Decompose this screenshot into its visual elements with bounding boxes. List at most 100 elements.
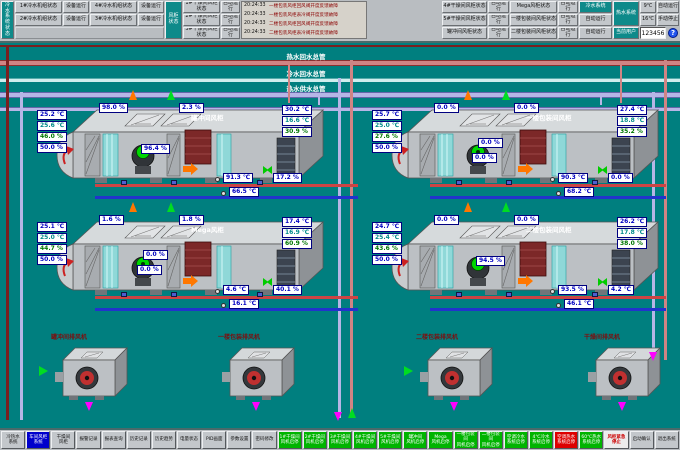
bottom-nav-button[interactable]: 60℃热水 系统启停 (579, 431, 603, 449)
actuator-icon[interactable] (592, 292, 598, 297)
bottom-nav-button[interactable]: 罐冲间 风机启停 (403, 431, 427, 449)
riser-center-hot (350, 60, 353, 418)
chiller-4-status: 设备运行 (138, 1, 164, 13)
ahu-unit-rinse-room: 罐冲间风柜 98.0 % 2.3 % 96.4 % 25.2 ℃ 25.6 ℃ … (55, 100, 325, 200)
alarm-row[interactable]: 一楼包装风柜回风阀开度反馈故障 (269, 3, 366, 12)
bottom-nav-button[interactable]: 车间风柜 系统 (26, 431, 50, 449)
ahu-dry5-button[interactable]: 5#干燥间风柜状态 (442, 14, 487, 26)
cold-water-status: 自动运行 (579, 14, 612, 26)
bottom-nav-button[interactable]: Mega 风机启停 (428, 431, 452, 449)
ahu-dry5-status: 自动运行 (488, 14, 509, 26)
humidity-readout: 44.7 % (37, 244, 67, 254)
hot-water-status1: 自动运行 (657, 1, 679, 13)
ahu-pack1-button[interactable]: 一楼包装间风柜状态 (510, 14, 557, 26)
chiller-3-status: 设备运行 (138, 14, 164, 26)
bottom-nav-button[interactable]: 冷热水 系统 (1, 431, 25, 449)
bottom-nav-button[interactable]: 历史趋势 (152, 431, 176, 449)
valve-readout: 0.0 % (137, 265, 162, 275)
actuator-icon[interactable] (121, 180, 127, 185)
bottom-nav-button[interactable]: 报警记录 (76, 431, 100, 449)
outlet-readouts: 27.4 ℃ 18.8 ℃ 35.2 % (617, 105, 647, 138)
alarm-time: 20:24:33 (244, 21, 268, 30)
ahu-mega-button[interactable]: Mega风柜状态 (510, 1, 557, 13)
bottom-nav-button[interactable]: 干燥间 风柜 (51, 431, 75, 449)
temp-sensor-icon (550, 289, 555, 294)
return-water-temp-readout: 16.1 ℃ (229, 299, 259, 309)
current-user-field[interactable]: 123456 (640, 27, 666, 39)
temp-readout: 18.8 ℃ (617, 116, 647, 126)
ahu-dry2-button[interactable]: 2#干燥间风柜状态 (183, 14, 220, 26)
help-icon[interactable]: ? (668, 28, 678, 38)
bottom-nav-button[interactable]: 4#干燥间 风机启停 (353, 431, 377, 449)
temp-sensor-icon (556, 191, 561, 196)
valve-readout: 0.0 % (143, 250, 168, 260)
bottom-nav-button[interactable]: 二楼包装间 风机启停 (479, 431, 503, 449)
ahu-dry1-status: 自动运行 (221, 1, 240, 13)
bottom-nav-button[interactable]: 参数设置 (227, 431, 251, 449)
bottom-nav-button[interactable]: 4℃冷水 系统启停 (529, 431, 553, 449)
valve-position-readout: 0.0 % (608, 173, 633, 183)
bottom-nav-button[interactable]: 退出系统 (655, 431, 679, 449)
ahu-dry3-button[interactable]: 3#干燥间风柜状态 (183, 27, 220, 39)
bottom-nav-button[interactable]: PID画面 (202, 431, 226, 449)
alarm-row[interactable]: 二楼包装风柜回风阀开度反馈故障 (269, 21, 366, 30)
actuator-icon[interactable] (592, 180, 598, 185)
exhaust-arrow-icon (85, 402, 93, 411)
hot-water-temp1: 9℃ (640, 1, 656, 13)
chiller-3-button[interactable]: 3#冷水机组状态 (90, 14, 137, 26)
ahu-dry4-button[interactable]: 4#干燥间风柜状态 (442, 1, 487, 13)
damper1-readout: 1.6 % (99, 215, 124, 225)
bottom-nav-button[interactable]: 一楼包装间 风机启停 (454, 431, 478, 449)
actuator-icon[interactable] (171, 292, 177, 297)
bottom-nav-button[interactable]: 风柜紧急 停止 (604, 431, 628, 449)
actuator-icon[interactable] (456, 180, 462, 185)
bottom-nav-button[interactable]: 空调热水 系统启停 (554, 431, 578, 449)
scada-hvac-screen: 冷水系统状态 1#冷水机组状态 2#冷水机组状态 设备运行 设备运行 4#冷水机… (0, 0, 680, 450)
bottom-nav-button[interactable]: 电量状态 (177, 431, 201, 449)
alarm-row[interactable]: 二楼包装风柜表冷阀开度反馈故障 (269, 30, 366, 39)
actuator-icon[interactable] (257, 180, 263, 185)
chiller-4-button[interactable]: 4#冷水机组状态 (90, 1, 137, 13)
ahu-rinse-button[interactable]: 罐冲间风柜状态 (442, 27, 487, 39)
fan-label: 一楼包装排风机 (218, 332, 310, 341)
temp-sensor-icon (550, 177, 555, 182)
actuator-icon[interactable] (257, 292, 263, 297)
actuator-icon[interactable] (506, 292, 512, 297)
exhaust-arrow-icon (450, 402, 458, 411)
ahu-pack2-button[interactable]: 二楼包装间风柜状态 (510, 27, 557, 39)
humidity-readout: 43.6 % (372, 244, 402, 254)
bottom-nav-button[interactable]: 报表查询 (102, 431, 126, 449)
actuator-icon[interactable] (171, 180, 177, 185)
ahu-name: 二楼包装间风柜 (526, 224, 618, 234)
inlet-readouts: 25.7 ℃ 25.0 ℃ 27.6 % 50.0 % (372, 110, 402, 154)
hot-water-temp2: 16℃ (640, 14, 656, 26)
bottom-nav-button[interactable]: 2#干燥间 风机启停 (303, 431, 327, 449)
bottom-nav-button[interactable]: 空调冷水 系统启停 (504, 431, 528, 449)
supply-air-arrow-icon (129, 202, 137, 212)
bottom-nav-button[interactable]: 历史记录 (127, 431, 151, 449)
flow-arrow-icon (334, 412, 342, 421)
chiller-2-button[interactable]: 2#冷水机组状态 (15, 14, 62, 26)
chiller-1-button[interactable]: 1#冷水机组状态 (15, 1, 62, 13)
bottom-nav-button[interactable]: 密码修改 (252, 431, 276, 449)
ahu-unit-pack-floor1: 一楼包装间风柜 0.0 % 0.0 % 0.0 % 0.0 % 25.7 ℃ 2… (390, 100, 660, 200)
bottom-nav-button[interactable]: 启动确认 (630, 431, 654, 449)
actuator-icon[interactable] (506, 180, 512, 185)
bottom-nav-button[interactable]: 5#干燥间 风机启停 (378, 431, 402, 449)
actuator-icon[interactable] (456, 292, 462, 297)
fan-graphic (420, 342, 500, 404)
damper2-readout: 2.3 % (179, 103, 204, 113)
valve-position-readout: 93.5 % (558, 285, 587, 295)
temp-readout: 30.2 ℃ (282, 105, 312, 115)
chiller-group-label: 冷水系统状态 (1, 1, 14, 39)
valve-position-readout: 17.2 % (273, 173, 302, 183)
bottom-nav-button[interactable]: 1#干燥间 风机启停 (278, 431, 302, 449)
hot-water-temp-readout: 90.3 ℃ (558, 173, 588, 183)
ahu-dry1-button[interactable]: 1#干燥间风柜状态 (183, 1, 220, 13)
damper1-readout: 0.0 % (434, 103, 459, 113)
bottom-nav-button[interactable]: 3#干燥间 风机启停 (328, 431, 352, 449)
temp-readout: 25.1 ℃ (37, 222, 67, 232)
riser-right-hot (664, 60, 667, 360)
actuator-icon[interactable] (121, 292, 127, 297)
alarm-row[interactable]: 一楼包装风柜表冷阀开度反馈故障 (269, 12, 366, 21)
